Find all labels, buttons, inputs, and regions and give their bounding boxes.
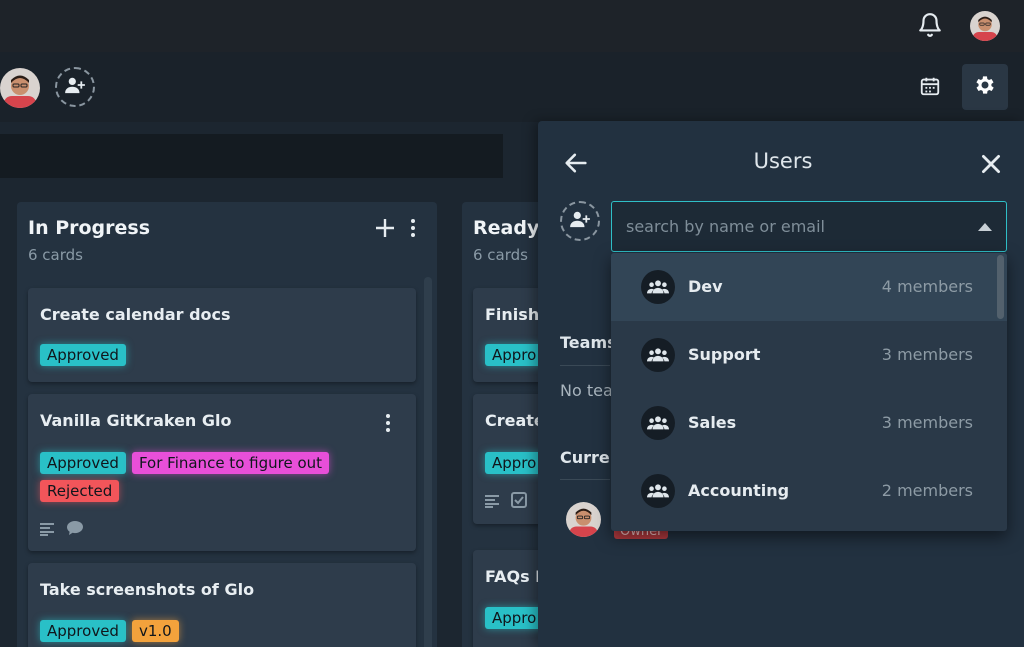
team-icon [641,474,675,508]
team-member-count: 2 members [881,481,973,500]
card-menu-button[interactable] [380,412,396,434]
team-name: Dev [688,277,723,296]
team-icon [641,338,675,372]
team-name: Support [688,345,761,364]
chevron-up-icon[interactable] [978,223,992,231]
add-user-icon [64,76,86,98]
calendar-icon [919,75,941,101]
panel-title: Users [753,149,813,173]
description-icon [485,493,501,512]
card-title: FAQs F [485,567,547,586]
card[interactable]: Vanilla GitKraken Glo Approved For Finan… [28,394,416,551]
top-bar [0,0,1024,52]
add-member-button[interactable] [55,67,95,107]
close-icon [982,155,1000,173]
invite-user-button[interactable] [560,201,600,241]
card-title: Finish [485,305,540,324]
team-icon [641,406,675,440]
label-rejected: Rejected [40,480,120,502]
description-icon [40,521,56,540]
plus-icon [376,219,394,237]
column-scrollbar[interactable] [424,277,432,647]
card-title: Vanilla GitKraken Glo [40,411,232,430]
user-avatar[interactable] [970,11,1000,41]
settings-button[interactable] [962,64,1008,110]
dropdown-scrollbar[interactable] [997,255,1004,319]
divider [560,365,610,366]
user-search-input[interactable] [612,202,1006,251]
label-approved: Appro [485,452,544,474]
checklist-icon [511,492,527,512]
label-approved: Approved [40,452,126,474]
team-name: Accounting [688,481,790,500]
label-approved: Appro [485,344,544,366]
column-menu-button[interactable] [405,216,421,240]
more-vertical-icon [386,414,390,432]
board-header [0,52,1024,122]
gear-icon [973,73,997,101]
add-card-button[interactable] [373,216,397,240]
label-approved: Appro [485,607,544,629]
dropdown-item-support[interactable]: Support 3 members [611,321,1007,389]
team-dropdown: Dev 4 members Support 3 members Sales 3 … [611,253,1007,531]
team-member-count: 3 members [881,413,973,432]
card-title: Take screenshots of Glo [40,580,255,599]
calendar-button[interactable] [912,70,948,106]
dropdown-item-accounting[interactable]: Accounting 2 members [611,457,1007,525]
label-version: v1.0 [131,620,179,642]
label-approved: Approved [40,620,126,642]
column-card-count: 6 cards [473,246,528,264]
label-finance: For Finance to figure out [131,452,330,474]
divider [560,479,610,480]
current-user-avatar[interactable] [566,502,601,537]
card-title: Create [485,411,545,430]
team-name: Sales [688,413,737,432]
card[interactable]: Take screenshots of Glo Approved v1.0 [28,563,416,647]
add-user-icon [569,210,591,232]
no-teams-text: No tea [560,381,613,400]
card-title: Create calendar docs [40,305,231,324]
member-avatar[interactable] [0,68,40,108]
team-member-count: 3 members [881,345,973,364]
label-approved: Approved [40,344,126,366]
column-card-count: 6 cards [28,246,83,264]
dropdown-item-sales[interactable]: Sales 3 members [611,389,1007,457]
team-member-count: 4 members [881,277,973,296]
card[interactable]: Create calendar docs Approved [28,288,416,382]
close-button[interactable] [978,151,1004,177]
board-filter-bar[interactable] [0,134,503,178]
column-in-progress: In Progress 6 cards Create calendar docs… [17,202,437,647]
more-vertical-icon [411,219,415,237]
user-search-field[interactable] [611,201,1007,252]
teams-heading: Teams [560,333,617,352]
team-icon [641,270,675,304]
dropdown-item-dev[interactable]: Dev 4 members [611,253,1007,321]
bell-icon[interactable] [917,12,943,38]
comment-icon [66,520,84,540]
column-title: In Progress [28,217,151,239]
